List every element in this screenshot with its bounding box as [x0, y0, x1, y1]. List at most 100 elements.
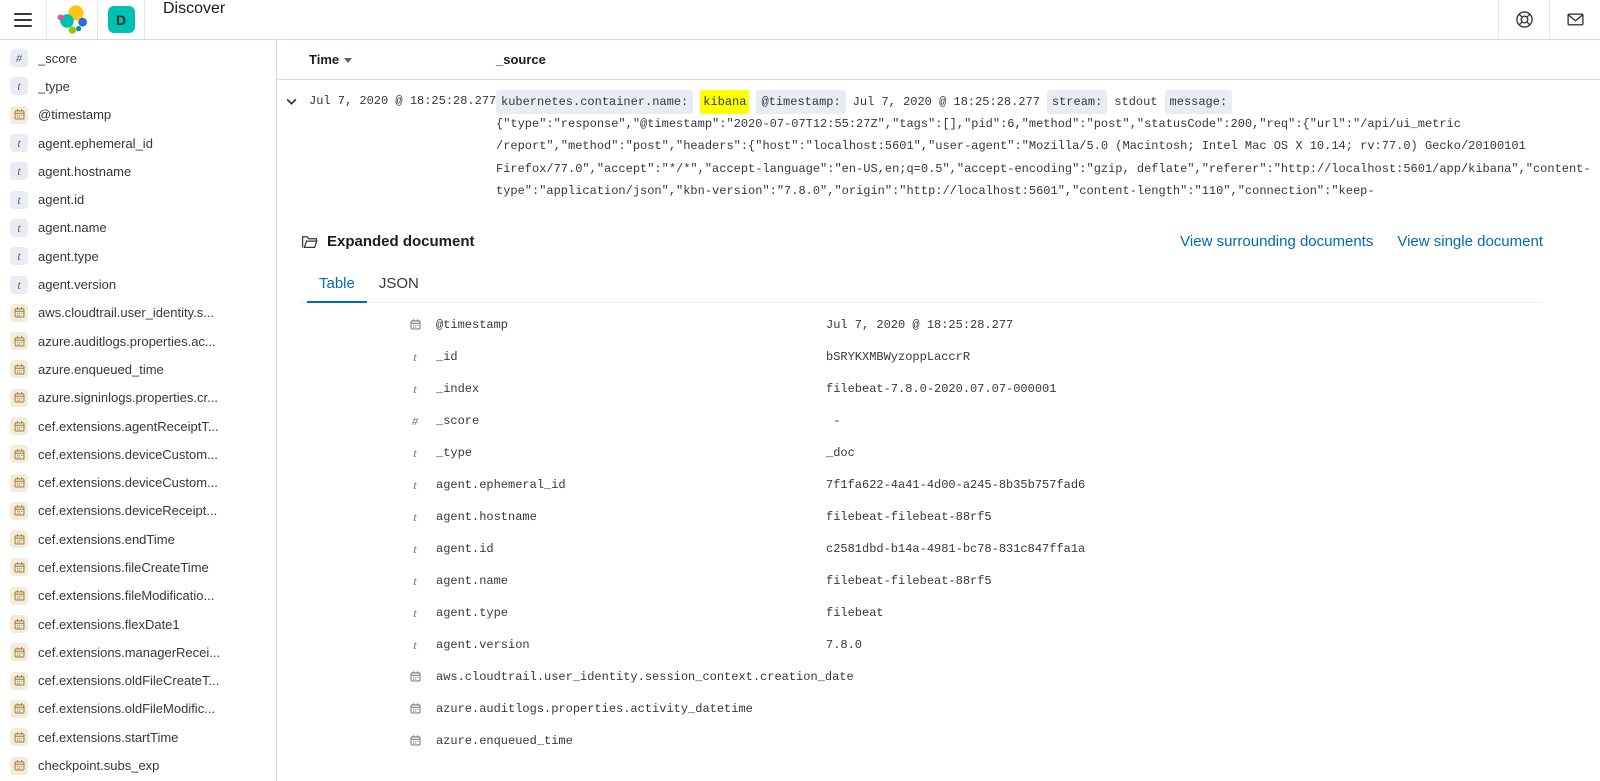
space-avatar: D: [108, 6, 135, 33]
source-message-line: {"type":"response","@timestamp":"2020-07…: [496, 113, 1600, 135]
sidebar-field-_type[interactable]: t_type: [0, 72, 276, 100]
header-divider: [144, 0, 145, 39]
field-label: cef.extensions.startTime: [38, 730, 178, 745]
expanded-document-panel: Expanded document View surrounding docum…: [301, 233, 1543, 757]
sidebar-field-cef.extensions.managerRecei[interactable]: cef.extensions.managerRecei...: [0, 638, 276, 666]
source-column-label: _source: [496, 52, 546, 67]
folder-open-icon: [301, 233, 318, 250]
elastic-logo-mark: [57, 5, 87, 35]
source-summary-line: kubernetes.container.name:kibana@timesta…: [496, 91, 1600, 113]
sidebar-field-cef.extensions.startTime[interactable]: cef.extensions.startTime: [0, 723, 276, 751]
table-row: tagent.idc2581dbd-b14a-4981-bc78-831c847…: [301, 533, 1543, 565]
field-label: cef.extensions.deviceCustom...: [38, 475, 218, 490]
field-name: agent.name: [436, 574, 826, 588]
mail-icon: [1566, 10, 1585, 29]
field-list: # _score t_type @timestamp tagent.ephemeral_…: [0, 44, 276, 780]
view-surrounding-documents-link[interactable]: View surrounding documents: [1180, 233, 1373, 250]
elastic-logo[interactable]: [47, 0, 97, 39]
tab-json[interactable]: JSON: [367, 266, 431, 303]
source-message-line: /report","method":"post","headers":{"hos…: [496, 135, 1600, 157]
sidebar-field-cef.extensions.fileModificatio[interactable]: cef.extensions.fileModificatio...: [0, 582, 276, 610]
source-field-badge: message:: [1165, 90, 1233, 114]
field-label: @timestamp: [38, 107, 111, 122]
field-value: 7f1fa622-4a41-4d00-a245-8b35b757fad6: [826, 478, 1085, 492]
menu-icon[interactable]: [0, 0, 46, 39]
sidebar-field-agent.ephemeral_id[interactable]: tagent.ephemeral_id: [0, 129, 276, 157]
date-field-icon: [10, 530, 28, 548]
sidebar-field-cef.extensions.agentReceiptT[interactable]: cef.extensions.agentReceiptT...: [0, 412, 276, 440]
field-name: azure.enqueued_time: [436, 734, 826, 748]
field-value: bSRYKXMBWyzoppLaccrR: [826, 350, 970, 364]
table-row: azure.enqueued_time: [301, 725, 1543, 757]
sidebar-field-@timestamp[interactable]: @timestamp: [0, 101, 276, 129]
sidebar-field-cef.extensions.deviceCustom[interactable]: cef.extensions.deviceCustom...: [0, 440, 276, 468]
field-label: cef.extensions.fileCreateTime: [38, 560, 209, 575]
sidebar-field-cef.extensions.deviceReceipt[interactable]: cef.extensions.deviceReceipt...: [0, 497, 276, 525]
string-field-icon: t: [10, 77, 28, 95]
date-field-icon: [10, 672, 28, 690]
number-field-icon: #: [10, 49, 28, 67]
string-field-icon: t: [406, 604, 424, 622]
sidebar-field-agent.hostname[interactable]: tagent.hostname: [0, 157, 276, 185]
sidebar-field-agent.id[interactable]: tagent.id: [0, 185, 276, 213]
time-column-sort-button[interactable]: Time: [309, 52, 496, 67]
field-label: agent.name: [38, 220, 107, 235]
sidebar-field-agent.version[interactable]: tagent.version: [0, 270, 276, 298]
field-value: -: [826, 414, 840, 428]
sidebar-field-cef.extensions.endTime[interactable]: cef.extensions.endTime: [0, 525, 276, 553]
tab-table[interactable]: Table: [307, 266, 367, 303]
view-single-document-link[interactable]: View single document: [1397, 233, 1543, 250]
sidebar-field-azure.enqueued_time[interactable]: azure.enqueued_time: [0, 355, 276, 383]
sidebar-field-aws.cloudtrail.user_identity.s[interactable]: aws.cloudtrail.user_identity.s...: [0, 299, 276, 327]
date-field-icon: [10, 728, 28, 746]
help-button[interactable]: [1499, 0, 1549, 39]
document-timestamp: Jul 7, 2020 @ 18:25:28.277: [309, 94, 496, 108]
page-title: Discover: [163, 0, 225, 39]
highlighted-term: kibana: [700, 90, 749, 114]
table-row: t_idbSRYKXMBWyzoppLaccrR: [301, 341, 1543, 373]
table-row: t_indexfilebeat-7.8.0-2020.07.07-000001: [301, 373, 1543, 405]
sidebar-field-cef.extensions.deviceCustom[interactable]: cef.extensions.deviceCustom...: [0, 468, 276, 496]
field-name: _id: [436, 350, 826, 364]
field-value: 7.8.0: [826, 638, 862, 652]
collapse-document-button[interactable]: [283, 93, 299, 109]
date-field-icon: [10, 757, 28, 775]
field-name: _index: [436, 382, 826, 396]
source-field-badge: stream:: [1047, 90, 1107, 114]
field-label: _score: [38, 51, 77, 66]
field-value: filebeat-filebeat-88rf5: [826, 510, 992, 524]
source-message-line: type":"application/json","kbn-version":"…: [496, 180, 1600, 202]
date-field-icon: [406, 668, 424, 686]
field-name: agent.ephemeral_id: [436, 478, 826, 492]
space-selector[interactable]: D: [98, 0, 144, 39]
date-field-icon: [10, 558, 28, 576]
table-row: tagent.version7.8.0: [301, 629, 1543, 661]
source-value: Jul 7, 2020 @ 18:25:28.277: [853, 91, 1040, 113]
date-field-icon: [10, 445, 28, 463]
field-label: azure.signinlogs.properties.cr...: [38, 390, 218, 405]
sidebar-field-cef.extensions.flexDate1[interactable]: cef.extensions.flexDate1: [0, 610, 276, 638]
field-label: agent.type: [38, 249, 99, 264]
sidebar-field-cef.extensions.oldFileCreateT[interactable]: cef.extensions.oldFileCreateT...: [0, 667, 276, 695]
sidebar-field-_score[interactable]: # _score: [0, 44, 276, 72]
field-name: aws.cloudtrail.user_identity.session_con…: [436, 670, 826, 684]
sidebar-field-cef.extensions.oldFileModific[interactable]: cef.extensions.oldFileModific...: [0, 695, 276, 723]
date-field-icon: [10, 304, 28, 322]
sidebar-field-checkpoint.subs_exp[interactable]: checkpoint.subs_exp: [0, 751, 276, 779]
field-label: cef.extensions.endTime: [38, 532, 175, 547]
sidebar-field-azure.auditlogs.properties.ac[interactable]: azure.auditlogs.properties.ac...: [0, 327, 276, 355]
string-field-icon: t: [406, 476, 424, 494]
sidebar-field-agent.type[interactable]: tagent.type: [0, 242, 276, 270]
field-value: filebeat-filebeat-88rf5: [826, 574, 992, 588]
expanded-document-title-wrap: Expanded document: [301, 233, 475, 250]
table-row: tagent.typefilebeat: [301, 597, 1543, 629]
sidebar-field-azure.signinlogs.properties.cr[interactable]: azure.signinlogs.properties.cr...: [0, 384, 276, 412]
sidebar-field-agent.name[interactable]: tagent.name: [0, 214, 276, 242]
newsfeed-button[interactable]: [1550, 0, 1600, 39]
field-value: Jul 7, 2020 @ 18:25:28.277: [826, 318, 1013, 332]
field-name: agent.hostname: [436, 510, 826, 524]
sidebar-field-cef.extensions.fileCreateTime[interactable]: cef.extensions.fileCreateTime: [0, 553, 276, 581]
date-field-icon: [10, 332, 28, 350]
fields-sidebar: # _score t_type @timestamp tagent.ephemeral_…: [0, 40, 277, 781]
field-name: agent.id: [436, 542, 826, 556]
